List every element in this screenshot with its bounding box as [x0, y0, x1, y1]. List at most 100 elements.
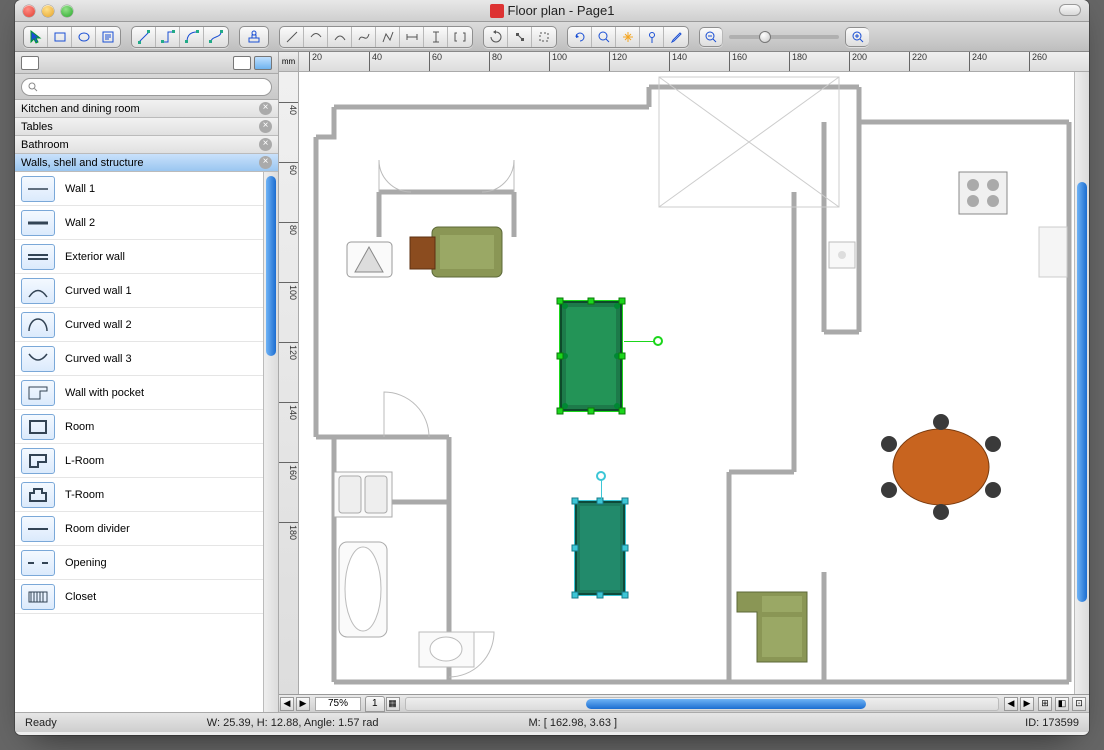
connector-3[interactable]: [180, 27, 204, 47]
shape-label: Wall 2: [65, 217, 95, 229]
shape-icon: [21, 516, 55, 542]
page-list-button[interactable]: ▦: [386, 697, 400, 711]
shape-list: Wall 1Wall 2Exterior wallCurved wall 1Cu…: [15, 172, 278, 712]
edit-points-tool[interactable]: [508, 27, 532, 47]
canvas-vscroll-thumb[interactable]: [1077, 182, 1087, 602]
sidebar-tab-search-icon[interactable]: [254, 56, 272, 70]
shape-icon: [21, 448, 55, 474]
measure-tool[interactable]: [640, 27, 664, 47]
dimension-h-tool[interactable]: [400, 27, 424, 47]
horizontal-ruler[interactable]: 20406080100120140160180200220240260: [299, 52, 1089, 72]
shape-icon: [21, 414, 55, 440]
pointer-tool[interactable]: [24, 27, 48, 47]
search-input[interactable]: [21, 78, 272, 96]
toolgroup-connectors: [131, 26, 229, 48]
sidebar: Kitchen and dining room× Tables × Bathroom ×…: [15, 52, 279, 712]
zoom-out-button[interactable]: [699, 27, 723, 47]
shape-item[interactable]: Wall 2: [15, 206, 263, 240]
rotate-handle[interactable]: [596, 471, 606, 481]
corner-tool-3[interactable]: ⊡: [1072, 697, 1086, 711]
window-title: Floor plan - Page1: [15, 3, 1089, 18]
corner-tool-1[interactable]: ⊞: [1038, 697, 1052, 711]
shape-item[interactable]: Curved wall 3: [15, 342, 263, 376]
page-prev-button[interactable]: ◀: [280, 697, 294, 711]
connector-1[interactable]: [132, 27, 156, 47]
arc-tool-2[interactable]: [328, 27, 352, 47]
rotate-tool[interactable]: [484, 27, 508, 47]
stamp-tool[interactable]: [240, 27, 268, 47]
shape-item[interactable]: Wall with pocket: [15, 376, 263, 410]
titlebar[interactable]: Floor plan - Page1: [15, 0, 1089, 22]
text-tool[interactable]: [96, 27, 120, 47]
shape-item[interactable]: Opening: [15, 546, 263, 580]
category-close-icon[interactable]: ×: [259, 156, 272, 169]
connector-4[interactable]: [204, 27, 228, 47]
canvas-hscroll-thumb[interactable]: [586, 699, 866, 709]
corner-tool-2[interactable]: ◧: [1055, 697, 1069, 711]
selection-box-2[interactable]: [574, 500, 626, 596]
shape-item[interactable]: Room: [15, 410, 263, 444]
shape-icon: [21, 278, 55, 304]
drawing-canvas[interactable]: [299, 72, 1074, 694]
category-close-icon[interactable]: ×: [259, 120, 272, 133]
shape-icon: [21, 380, 55, 406]
shape-item[interactable]: Curved wall 1: [15, 274, 263, 308]
line-tool[interactable]: [280, 27, 304, 47]
eyedropper-tool[interactable]: [664, 27, 688, 47]
category-2[interactable]: Bathroom ×: [15, 136, 278, 154]
vertical-ruler[interactable]: 406080100120140160180: [279, 72, 299, 694]
zoom-value[interactable]: 75%: [315, 697, 361, 711]
sidebar-scrollbar[interactable]: [263, 172, 278, 712]
category-close-icon[interactable]: ×: [259, 102, 272, 115]
zoom-slider[interactable]: [729, 35, 839, 39]
shape-label: Closet: [65, 591, 96, 603]
shape-item[interactable]: Wall 1: [15, 172, 263, 206]
sidebar-scrollbar-thumb[interactable]: [266, 176, 276, 356]
shape-item[interactable]: Curved wall 2: [15, 308, 263, 342]
page-next-button[interactable]: ▶: [296, 697, 310, 711]
category-3[interactable]: Walls, shell and structure×: [15, 154, 278, 172]
refresh-tool[interactable]: [568, 27, 592, 47]
ellipse-tool[interactable]: [72, 27, 96, 47]
connector-2[interactable]: [156, 27, 180, 47]
hscroll-right-button[interactable]: ▶: [1020, 697, 1034, 711]
shape-item[interactable]: Closet: [15, 580, 263, 614]
shape-icon: [21, 346, 55, 372]
zoom-in-button[interactable]: [845, 27, 869, 47]
shape-icon: [21, 550, 55, 576]
ruler-unit: mm: [279, 52, 299, 72]
category-close-icon[interactable]: ×: [259, 138, 272, 151]
category-label: Bathroom: [21, 139, 69, 151]
rectangle-tool[interactable]: [48, 27, 72, 47]
hscroll-left-button[interactable]: ◀: [1004, 697, 1018, 711]
sidebar-tab-tree-icon[interactable]: [21, 56, 39, 70]
bracket-tool[interactable]: [448, 27, 472, 47]
sidebar-tab-grid-icon[interactable]: [233, 56, 251, 70]
shape-icon: [21, 176, 55, 202]
page-tab[interactable]: 1: [365, 696, 385, 712]
selection-box-1[interactable]: [559, 300, 623, 412]
canvas-vertical-scrollbar[interactable]: [1074, 72, 1089, 694]
shape-icon: [21, 584, 55, 610]
toolbar-toggle-button[interactable]: [1059, 4, 1081, 16]
arc-tool[interactable]: [304, 27, 328, 47]
dimension-v-tool[interactable]: [424, 27, 448, 47]
spline-tool[interactable]: [352, 27, 376, 47]
crop-tool[interactable]: [532, 27, 556, 47]
app-icon: [490, 4, 504, 18]
shape-item[interactable]: Room divider: [15, 512, 263, 546]
category-1[interactable]: Tables ×: [15, 118, 278, 136]
shape-item[interactable]: Exterior wall: [15, 240, 263, 274]
canvas-horizontal-scrollbar[interactable]: [405, 697, 999, 711]
zoom-fit-tool[interactable]: [592, 27, 616, 47]
rotate-handle[interactable]: [653, 336, 663, 346]
polyline-tool[interactable]: [376, 27, 400, 47]
shape-item[interactable]: L-Room: [15, 444, 263, 478]
pan-tool[interactable]: [616, 27, 640, 47]
shape-item[interactable]: T-Room: [15, 478, 263, 512]
category-label: Tables: [21, 121, 53, 133]
zoom-controls: [699, 27, 869, 47]
status-dimensions: W: 25.39, H: 12.88, Angle: 1.57 rad: [207, 717, 379, 729]
zoom-slider-thumb[interactable]: [759, 31, 771, 43]
category-0[interactable]: Kitchen and dining room×: [15, 100, 278, 118]
